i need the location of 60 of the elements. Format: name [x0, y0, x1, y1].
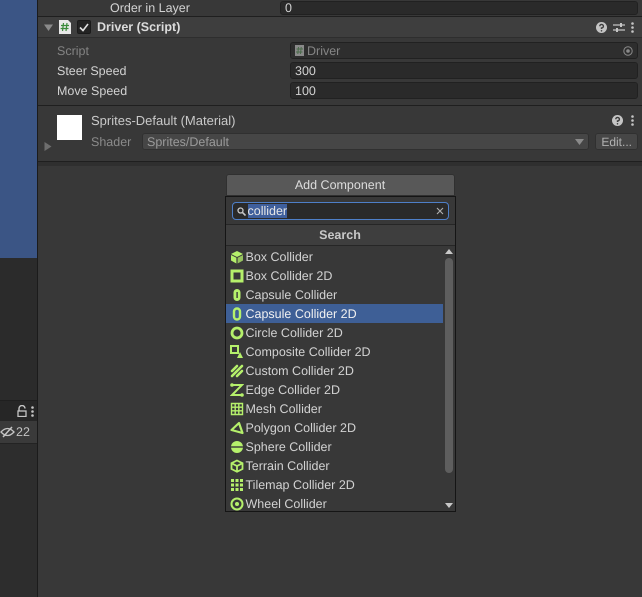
- sphere-icon: [230, 440, 244, 454]
- component-list-item[interactable]: Capsule Collider: [226, 285, 442, 304]
- component-list-item[interactable]: Edge Collider 2D: [226, 380, 442, 399]
- component-list-item[interactable]: Composite Collider 2D: [226, 342, 442, 361]
- clear-icon[interactable]: [436, 207, 444, 215]
- search-icon: [236, 206, 246, 216]
- component-list-item[interactable]: Wheel Collider: [226, 494, 442, 511]
- list-header: Search: [226, 224, 454, 246]
- object-picker-icon[interactable]: [623, 46, 633, 56]
- sliders-icon[interactable]: [613, 22, 625, 32]
- square-icon: [230, 268, 244, 282]
- component-list-item[interactable]: Polygon Collider 2D: [226, 418, 442, 437]
- property-label: Script: [57, 44, 90, 58]
- edit-button[interactable]: Edit...: [595, 133, 638, 150]
- component-title: Driver (Script): [97, 20, 182, 34]
- shapes-icon: [230, 344, 244, 358]
- terrain-cube-icon: [230, 458, 244, 472]
- component-list-item[interactable]: Custom Collider 2D: [226, 361, 442, 380]
- more-options-icon[interactable]: [631, 22, 634, 32]
- more-options-icon[interactable]: [31, 406, 34, 416]
- component-list-item[interactable]: Sphere Collider: [226, 437, 442, 456]
- material-preview: [57, 115, 82, 140]
- component-list-item[interactable]: Box Collider 2D: [226, 266, 442, 285]
- help-icon[interactable]: [596, 22, 607, 32]
- property-label: Steer Speed: [57, 64, 128, 78]
- help-icon[interactable]: [612, 115, 623, 126]
- number-field[interactable]: 0: [280, 0, 638, 14]
- component-list-item[interactable]: Box Collider: [226, 247, 442, 266]
- property-label: Order in Layer: [110, 0, 191, 14]
- wheel-icon: [230, 496, 244, 510]
- enabled-checkbox[interactable]: [77, 20, 91, 34]
- material-title: Sprites-Default (Material): [91, 113, 236, 128]
- triangle-icon: [230, 420, 244, 434]
- component-list-item[interactable]: Terrain Collider: [226, 456, 442, 475]
- component-list-item[interactable]: Circle Collider 2D: [226, 323, 442, 342]
- component-list-item[interactable]: Tilemap Collider 2D: [226, 475, 442, 494]
- ring-icon: [230, 326, 244, 340]
- number-field[interactable]: 100: [290, 82, 638, 99]
- search-field[interactable]: collider: [232, 202, 448, 220]
- hidden-eye-icon[interactable]: [0, 426, 15, 438]
- edge-icon: [230, 382, 244, 396]
- hidden-count: 22: [16, 425, 30, 439]
- add-component-button[interactable]: Add Component: [226, 174, 454, 196]
- dropdown-arrow-icon: [575, 138, 584, 144]
- more-options-icon[interactable]: [631, 115, 634, 126]
- scroll-up-arrow-icon[interactable]: [444, 249, 452, 254]
- lock-icon[interactable]: [17, 405, 27, 417]
- shader-label: Shader: [91, 134, 132, 148]
- component-list-item[interactable]: Capsule Collider 2D: [226, 304, 442, 323]
- number-field[interactable]: 300: [290, 62, 638, 79]
- tile-grid-icon: [230, 478, 244, 492]
- scroll-down-arrow-icon[interactable]: [444, 503, 452, 508]
- cube-icon: [230, 250, 244, 264]
- script-file-icon: [295, 45, 304, 56]
- component-list-item[interactable]: Mesh Collider: [226, 399, 442, 418]
- script-file-icon: [59, 20, 71, 34]
- foldout-arrow-icon[interactable]: [44, 22, 53, 32]
- wrench-icon: [230, 364, 244, 378]
- property-label: Move Speed: [57, 84, 128, 98]
- grid-icon: [230, 402, 244, 416]
